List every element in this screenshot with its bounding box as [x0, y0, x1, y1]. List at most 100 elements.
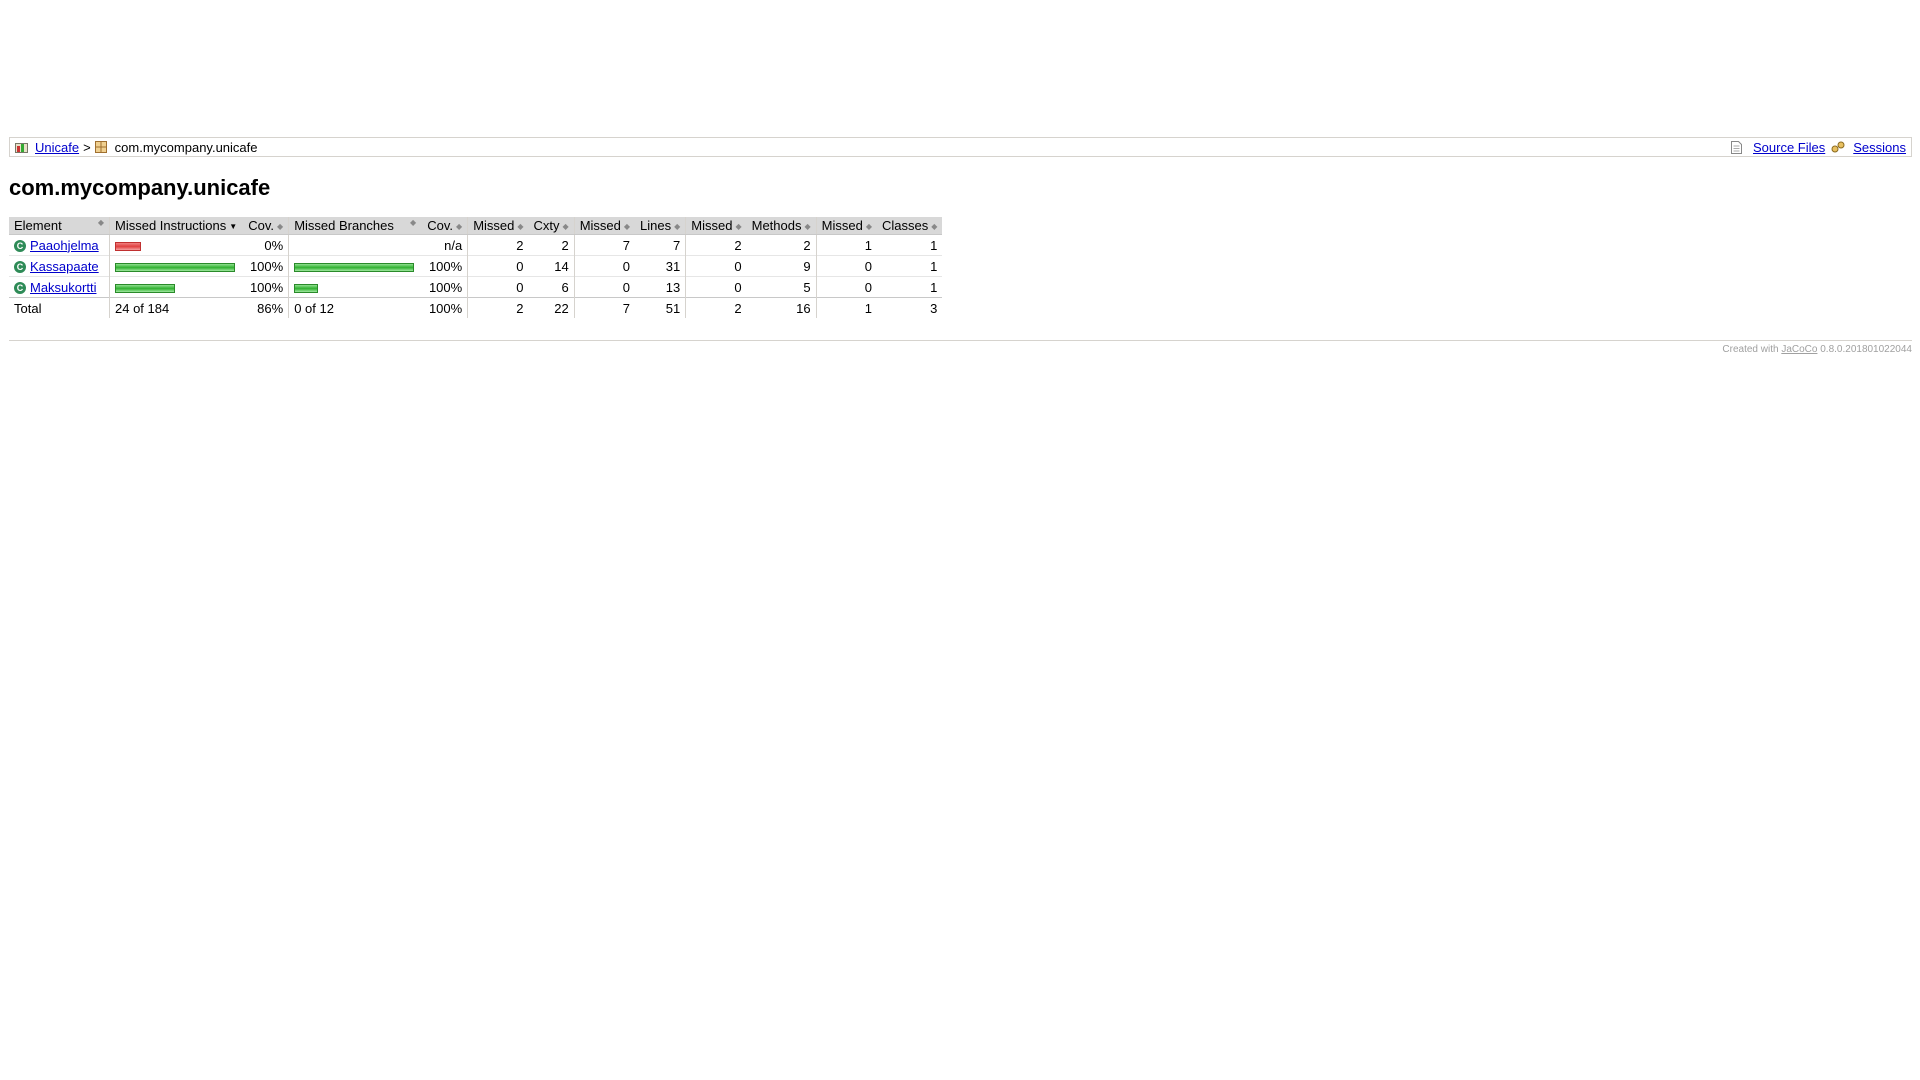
cxty-cell: 2 — [528, 234, 575, 256]
cxty-missed-cell: 0 — [516, 279, 524, 295]
coverage-bar — [115, 280, 175, 295]
table-row: C Paaohjelma 0% n/a 2 2 7 7 2 2 1 1 — [9, 234, 943, 256]
breadcrumb-root-link[interactable]: Unicafe — [35, 140, 79, 155]
header-cxty-missed-label: Missed — [473, 218, 515, 233]
instr-cov-cell: 0% — [242, 234, 290, 256]
branch-cov-cell: 100% — [421, 255, 469, 277]
header-classes-missed-label: Missed — [821, 218, 863, 233]
classes-missed-cell: 1 — [864, 237, 872, 253]
footer: Created with JaCoCo 0.8.0.201801022044 — [9, 340, 1912, 355]
table-header-row: Element ◆ Missed Instructions ▼ Cov. ◆ Miss… — [9, 217, 943, 235]
report-page: Unicafe > com.mycompany.unicafe Source F… — [9, 137, 1912, 355]
header-branch-cov[interactable]: Cov. ◆ — [421, 217, 469, 235]
sort-desc-icon: ▼ — [229, 222, 238, 232]
sort-icon: ◆ — [674, 222, 681, 232]
instr-bar-cell — [110, 256, 243, 277]
total-classes-missed: 1 — [816, 297, 877, 318]
header-branch-cov-label: Cov. — [427, 218, 454, 233]
header-classes[interactable]: Classes ◆ — [876, 217, 943, 235]
total-instr-cov: 86% — [242, 297, 290, 318]
total-lines: 51 — [635, 297, 687, 318]
missed-bar — [115, 241, 141, 251]
lines-missed-cell: 7 — [622, 237, 631, 253]
breadcrumb: Unicafe > com.mycompany.unicafe Source F… — [9, 137, 1912, 157]
branch-bar-cell — [289, 277, 422, 298]
element-cell: C Paaohjelma — [9, 234, 110, 256]
sort-icon: ◆ — [623, 222, 631, 232]
total-instructions: 24 of 184 — [109, 297, 243, 318]
classes-cell: 1 — [930, 279, 938, 295]
header-methods-label: Methods — [751, 218, 802, 233]
sessions-icon — [1831, 141, 1845, 153]
jacoco-link[interactable]: JaCoCo — [1781, 344, 1817, 355]
report-icon — [15, 141, 28, 153]
header-methods[interactable]: Methods ◆ — [746, 217, 817, 235]
coverage-bar — [115, 238, 141, 253]
header-element[interactable]: Element ◆ — [9, 217, 110, 235]
class-icon: C — [14, 282, 26, 295]
header-missed-branches[interactable]: Missed Branches ◆ — [288, 217, 422, 235]
class-link[interactable]: Paaohjelma — [30, 238, 99, 253]
header-lines-missed[interactable]: Missed ◆ — [574, 217, 636, 235]
cxty-missed-cell: 2 — [516, 237, 524, 253]
breadcrumb-separator: > — [83, 139, 91, 155]
sort-icon: ◆ — [456, 222, 463, 232]
header-element-label: Element — [14, 218, 62, 233]
branch-bar-cell — [289, 235, 422, 256]
instr-bar-cell — [110, 277, 243, 298]
source-files-icon — [1731, 141, 1744, 154]
branch-bar-cell — [289, 256, 422, 277]
header-classes-missed[interactable]: Missed ◆ — [816, 217, 877, 235]
total-lines-missed: 7 — [574, 297, 636, 318]
coverage-table: Element ◆ Missed Instructions ▼ Cov. ◆ Miss… — [9, 217, 943, 318]
class-link[interactable]: Kassapaate — [30, 259, 99, 274]
classes-cell: 1 — [930, 237, 938, 253]
sort-icon: ◆ — [931, 222, 938, 232]
package-icon — [94, 141, 108, 153]
cxty-cell: 14 — [528, 255, 575, 277]
lines-cell: 13 — [635, 276, 687, 298]
covered-bar — [294, 283, 319, 293]
header-lines[interactable]: Lines ◆ — [635, 217, 687, 235]
total-cxty: 22 — [528, 297, 575, 318]
instr-cov-cell: 100% — [242, 276, 290, 298]
header-instr-cov[interactable]: Cov. ◆ — [242, 217, 290, 235]
coverage-bar — [294, 280, 319, 295]
total-classes: 3 — [876, 297, 943, 318]
methods-cell: 2 — [746, 234, 817, 256]
instr-cov-cell: 100% — [242, 255, 290, 277]
sessions-link[interactable]: Sessions — [1853, 140, 1906, 155]
methods-missed-cell: 0 — [734, 279, 742, 295]
source-files-link[interactable]: Source Files — [1753, 140, 1825, 155]
lines-cell: 7 — [635, 234, 687, 256]
covered-bar — [115, 283, 175, 293]
page-title: com.mycompany.unicafe — [9, 175, 271, 200]
header-methods-missed[interactable]: Missed ◆ — [685, 217, 747, 235]
coverage-bar — [294, 259, 415, 274]
class-icon: C — [14, 261, 26, 274]
header-lines-label: Lines — [640, 218, 672, 233]
header-cxty[interactable]: Cxty ◆ — [528, 217, 575, 235]
footer-version: 0.8.0.201801022044 — [1820, 344, 1912, 355]
methods-cell: 9 — [746, 255, 817, 277]
total-methods: 16 — [746, 297, 817, 318]
header-methods-missed-label: Missed — [691, 218, 733, 233]
table-row: C Maksukortti 100% 100% 0 6 0 13 0 5 0 1 — [9, 276, 943, 298]
coverage-bar — [115, 259, 235, 274]
header-missed-branches-label: Missed Branches — [294, 218, 394, 233]
header-instr-cov-label: Cov. — [248, 218, 275, 233]
header-cxty-missed[interactable]: Missed ◆ — [467, 217, 529, 235]
sort-icon: ◆ — [517, 222, 524, 232]
header-lines-missed-label: Missed — [579, 218, 621, 233]
branch-cov-cell: n/a — [421, 234, 469, 256]
class-icon: C — [14, 240, 26, 253]
sort-icon: ◆ — [410, 218, 417, 227]
classes-cell: 1 — [930, 258, 938, 274]
sort-icon: ◆ — [562, 222, 569, 232]
lines-missed-cell: 0 — [622, 279, 631, 295]
total-methods-missed: 2 — [685, 297, 747, 318]
class-link[interactable]: Maksukortti — [30, 280, 96, 295]
header-classes-label: Classes — [881, 218, 929, 233]
header-missed-instructions[interactable]: Missed Instructions ▼ — [109, 217, 243, 235]
methods-missed-cell: 2 — [734, 237, 742, 253]
